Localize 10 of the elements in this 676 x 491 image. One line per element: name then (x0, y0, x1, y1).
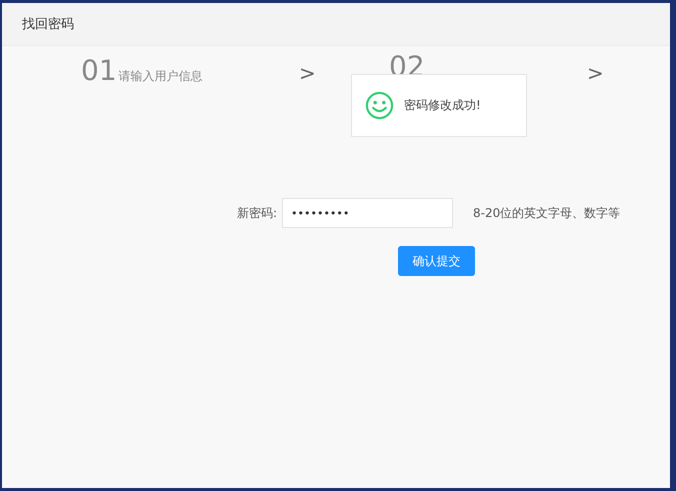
step-number: 01 (81, 54, 117, 87)
window-title: 找回密码 (22, 16, 74, 33)
step-label: 请输入用户信息 (118, 69, 203, 83)
step-arrow: > (587, 61, 604, 85)
step-arrow: > (299, 61, 317, 85)
smiley-icon (365, 91, 394, 120)
field-hint: 8-20位的英文字母、数字等 (473, 204, 620, 222)
toast-message: 密码修改成功! (404, 97, 481, 114)
field-label: 新密码: (236, 204, 278, 222)
password-field[interactable]: ••••••••• (282, 198, 453, 228)
